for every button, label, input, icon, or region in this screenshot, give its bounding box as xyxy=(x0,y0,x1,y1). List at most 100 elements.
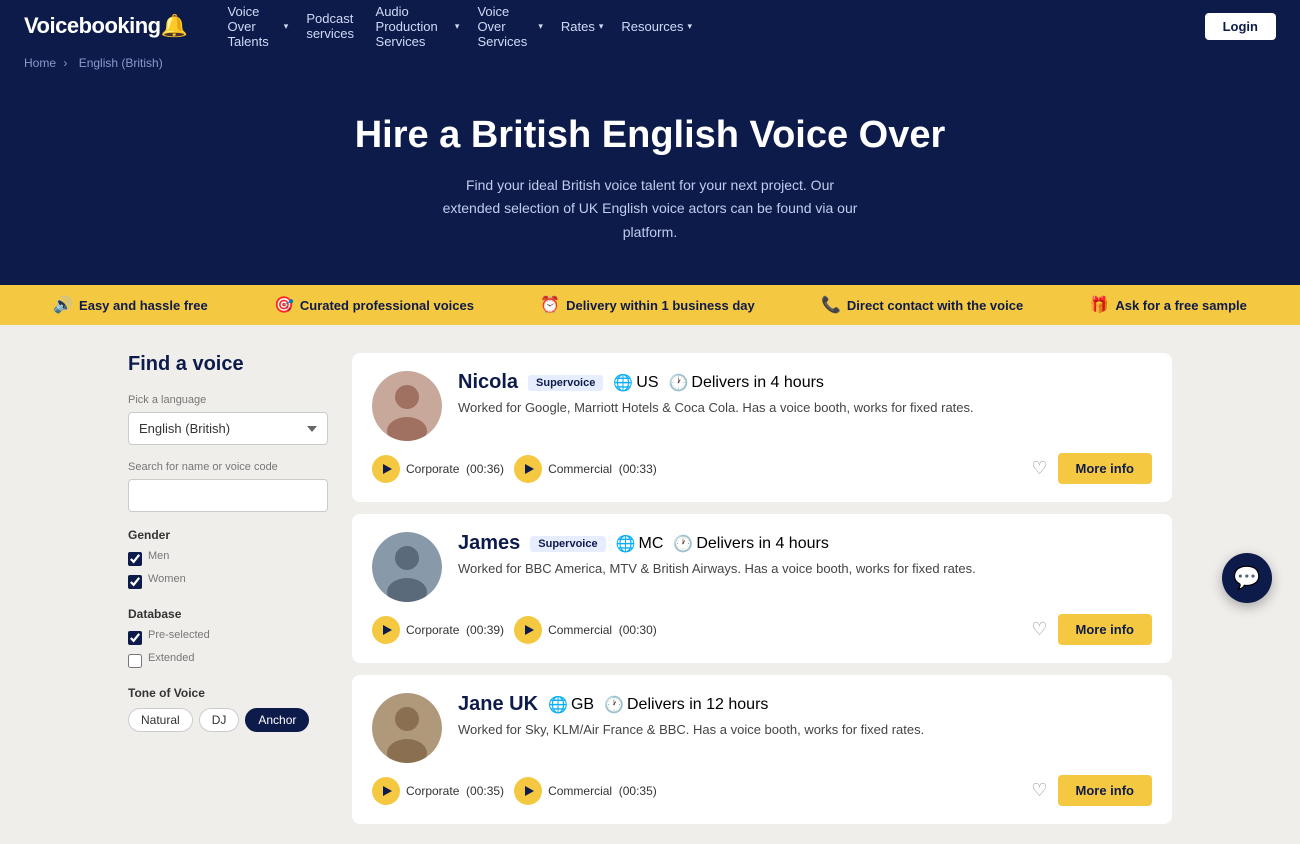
language-select[interactable]: English (British) xyxy=(128,412,328,445)
more-info-button[interactable]: More info xyxy=(1058,775,1153,806)
voice-flag: 🌐 GB xyxy=(548,695,594,715)
play-icon xyxy=(383,625,392,635)
gender-women-checkbox[interactable] xyxy=(128,575,142,589)
play-group-corporate: Corporate (00:36) xyxy=(372,455,504,483)
login-button[interactable]: Login xyxy=(1205,13,1276,40)
search-section: Search for name or voice code xyxy=(128,461,328,512)
gender-section: Gender Men Women xyxy=(128,528,328,591)
tone-dj-button[interactable]: DJ xyxy=(199,708,240,732)
play-icon xyxy=(383,464,392,474)
flag-icon: 🌐 xyxy=(548,695,568,715)
voice-delivery: 🕐 Delivers in 4 hours xyxy=(669,373,824,393)
voice-card-top: James Supervoice 🌐 MC 🕐 Delivers in 4 ho… xyxy=(372,532,1152,602)
avatar-james xyxy=(372,532,442,602)
chevron-down-icon: ▾ xyxy=(284,21,289,32)
database-extended-row: Extended xyxy=(128,652,328,670)
search-input[interactable] xyxy=(128,479,328,512)
database-preselected-row: Pre-selected xyxy=(128,629,328,647)
supervoice-badge: Supervoice xyxy=(530,536,605,552)
database-extended-checkbox[interactable] xyxy=(128,654,142,668)
play-commercial-button[interactable] xyxy=(514,455,542,483)
play-icon xyxy=(525,625,534,635)
clock-icon: 🕐 xyxy=(673,534,693,554)
tone-natural-button[interactable]: Natural xyxy=(128,708,193,732)
play-group-commercial: Commercial (00:30) xyxy=(514,616,657,644)
nav-audio-production[interactable]: Audio Production Services ▾ xyxy=(376,4,460,49)
play-commercial-button[interactable] xyxy=(514,616,542,644)
voice-card-nicola: Nicola Supervoice 🌐 US 🕐 Delivers in 4 h… xyxy=(352,353,1172,502)
feature-sample-label: Ask for a free sample xyxy=(1115,298,1247,313)
delivery-icon: ⏰ xyxy=(540,295,560,315)
voice-name-row: Jane UK 🌐 GB 🕐 Delivers in 12 hours xyxy=(458,693,1152,716)
nav-resources[interactable]: Resources ▾ xyxy=(621,19,692,34)
voice-flag: 🌐 US xyxy=(613,373,658,393)
play-corporate-button[interactable] xyxy=(372,455,400,483)
chat-icon: 💬 xyxy=(1233,565,1260,591)
gender-section-title: Gender xyxy=(128,528,328,542)
nav-voice-over-services[interactable]: Voice Over Services ▾ xyxy=(477,4,542,49)
tone-section: Tone of Voice Natural DJ Anchor xyxy=(128,686,328,732)
direct-contact-icon: 📞 xyxy=(821,295,841,315)
play-corporate-button[interactable] xyxy=(372,616,400,644)
logo-icon: 🔔 xyxy=(161,13,188,38)
voice-delivery: 🕐 Delivers in 12 hours xyxy=(604,695,768,715)
chat-bubble-button[interactable]: 💬 xyxy=(1222,553,1272,603)
feature-direct: 📞 Direct contact with the voice xyxy=(821,295,1023,315)
play-icon xyxy=(525,786,534,796)
more-info-button[interactable]: More info xyxy=(1058,614,1153,645)
brand-logo[interactable]: Voicebooking🔔 xyxy=(24,13,188,39)
feature-direct-label: Direct contact with the voice xyxy=(847,298,1023,313)
track-commercial-label: Commercial (00:33) xyxy=(548,462,657,476)
voice-name-row: James Supervoice 🌐 MC 🕐 Delivers in 4 ho… xyxy=(458,532,1152,555)
voice-card-top: Nicola Supervoice 🌐 US 🕐 Delivers in 4 h… xyxy=(372,371,1152,441)
navbar: Voicebooking🔔 Voice Over Talents ▾ Podca… xyxy=(0,0,1300,52)
breadcrumb-home[interactable]: Home xyxy=(24,56,56,70)
play-group-commercial: Commercial (00:35) xyxy=(514,777,657,805)
favorite-button[interactable]: ♡ xyxy=(1031,458,1047,479)
gender-men-row: Men xyxy=(128,550,328,568)
voice-actions-james: Corporate (00:39) Commercial (00:30) ♡ M… xyxy=(372,614,1152,645)
page-title: Hire a British English Voice Over xyxy=(20,114,1280,158)
voice-description: Worked for Sky, KLM/Air France & BBC. Ha… xyxy=(458,720,1152,740)
feature-sample: 🎁 Ask for a free sample xyxy=(1089,295,1246,315)
voice-name-row: Nicola Supervoice 🌐 US 🕐 Delivers in 4 h… xyxy=(458,371,1152,394)
play-group-commercial: Commercial (00:33) xyxy=(514,455,657,483)
feature-curated-label: Curated professional voices xyxy=(300,298,474,313)
voice-description: Worked for Google, Marriott Hotels & Coc… xyxy=(458,398,1152,418)
voice-card-james: James Supervoice 🌐 MC 🕐 Delivers in 4 ho… xyxy=(352,514,1172,663)
voice-actions-nicola: Corporate (00:36) Commercial (00:33) ♡ M… xyxy=(372,453,1152,484)
breadcrumb-separator: › xyxy=(63,56,67,70)
track-commercial-label: Commercial (00:35) xyxy=(548,784,657,798)
language-section: Pick a language English (British) xyxy=(128,394,328,445)
favorite-button[interactable]: ♡ xyxy=(1031,619,1047,640)
play-icon xyxy=(383,786,392,796)
nav-podcast-services[interactable]: Podcast services xyxy=(306,11,357,41)
gender-men-label: Men xyxy=(148,550,169,562)
more-info-button[interactable]: More info xyxy=(1058,453,1153,484)
hero-description: Find your ideal British voice talent for… xyxy=(440,174,860,245)
feature-easy: 🔊 Easy and hassle free xyxy=(53,295,208,315)
hero-section: Hire a British English Voice Over Find y… xyxy=(0,78,1300,285)
chevron-down-icon: ▾ xyxy=(538,21,543,32)
chevron-down-icon: ▾ xyxy=(599,21,604,32)
voice-name: Nicola xyxy=(458,371,518,394)
favorite-button[interactable]: ♡ xyxy=(1031,780,1047,801)
play-corporate-button[interactable] xyxy=(372,777,400,805)
track-corporate-label: Corporate (00:35) xyxy=(406,784,504,798)
search-label: Search for name or voice code xyxy=(128,461,328,473)
nav-rates[interactable]: Rates ▾ xyxy=(561,19,604,34)
database-preselected-checkbox[interactable] xyxy=(128,631,142,645)
tone-anchor-button[interactable]: Anchor xyxy=(245,708,309,732)
voice-info-james: James Supervoice 🌐 MC 🕐 Delivers in 4 ho… xyxy=(458,532,1152,579)
play-commercial-button[interactable] xyxy=(514,777,542,805)
avatar-nicola xyxy=(372,371,442,441)
nav-links: Voice Over Talents ▾ Podcast services Au… xyxy=(228,4,693,49)
clock-icon: 🕐 xyxy=(669,373,689,393)
gender-men-checkbox[interactable] xyxy=(128,552,142,566)
feature-delivery: ⏰ Delivery within 1 business day xyxy=(540,295,755,315)
voice-actions-jane: Corporate (00:35) Commercial (00:35) ♡ M… xyxy=(372,775,1152,806)
sidebar-title: Find a voice xyxy=(128,353,328,376)
nav-voice-over-talents[interactable]: Voice Over Talents ▾ xyxy=(228,4,289,49)
tone-section-title: Tone of Voice xyxy=(128,686,328,700)
features-bar: 🔊 Easy and hassle free 🎯 Curated profess… xyxy=(0,285,1300,325)
